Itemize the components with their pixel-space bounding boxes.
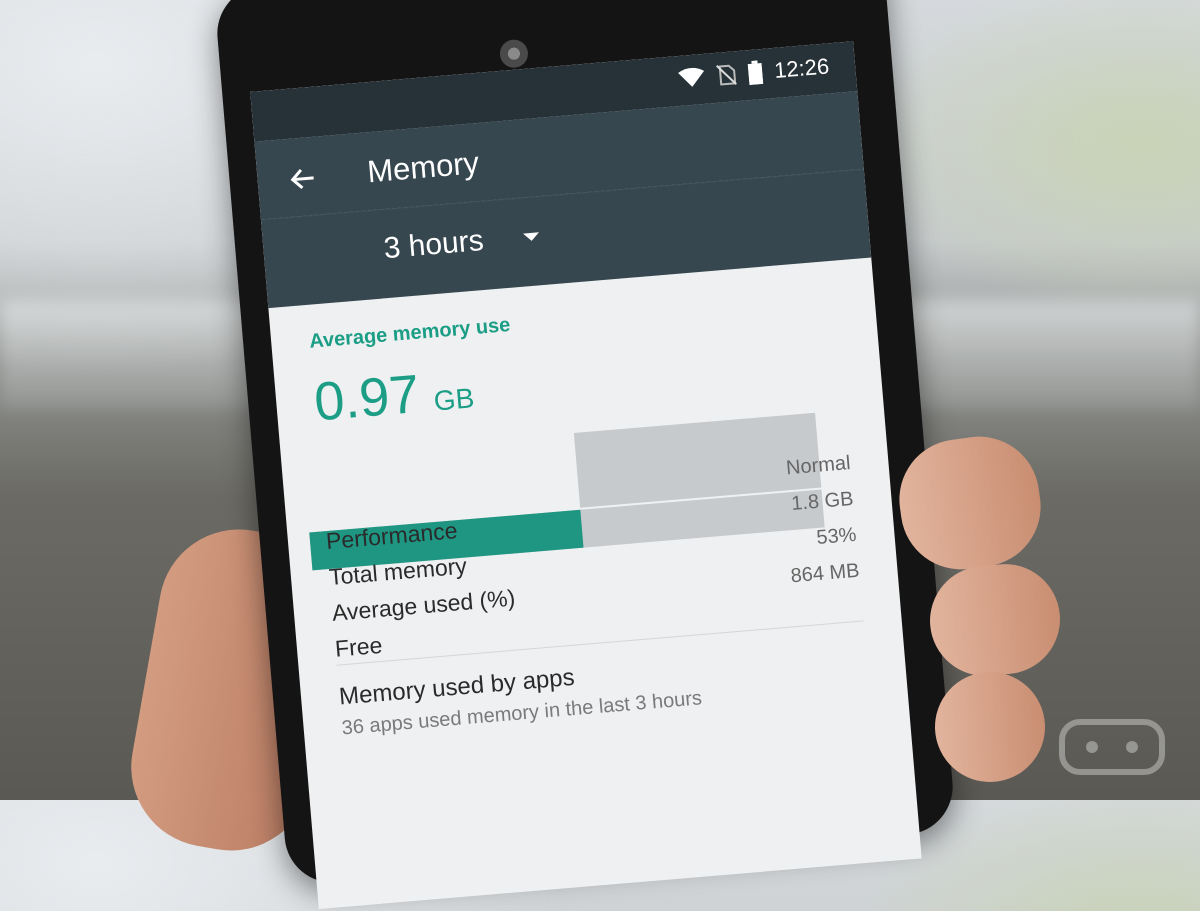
memory-content: Average memory use 0.97 GB Performance T… — [271, 283, 908, 743]
no-sim-icon — [715, 64, 737, 86]
stats-values: Normal 1.8 GB 53% 864 MB — [780, 445, 861, 594]
stat-value-average-used: 53% — [815, 523, 858, 550]
average-value-number: 0.97 — [311, 363, 422, 433]
clock: 12:26 — [773, 53, 831, 83]
stat-value-free: 864 MB — [789, 559, 861, 588]
phone-device: 12:26 Memory 3 hours Average memory use … — [213, 0, 957, 910]
average-value-unit: GB — [432, 382, 476, 417]
status-icons: 12:26 — [677, 53, 830, 92]
duration-dropdown[interactable]: 3 hours — [382, 219, 540, 266]
page-title: Memory — [365, 145, 481, 190]
battery-icon — [747, 60, 764, 86]
stat-value-performance: Normal — [785, 452, 852, 480]
arrow-left-icon[interactable] — [286, 163, 318, 195]
duration-selected: 3 hours — [382, 223, 485, 266]
wifi-icon — [678, 67, 704, 87]
watermark-logo — [1059, 719, 1165, 775]
dropdown-triangle-icon — [523, 232, 540, 242]
finger — [925, 559, 1065, 681]
stats-labels: Performance Total memory Average used (%… — [322, 474, 520, 667]
stat-value-total-memory: 1.8 GB — [790, 487, 855, 516]
screen: 12:26 Memory 3 hours Average memory use … — [250, 41, 922, 910]
earpiece-speaker — [498, 38, 530, 69]
